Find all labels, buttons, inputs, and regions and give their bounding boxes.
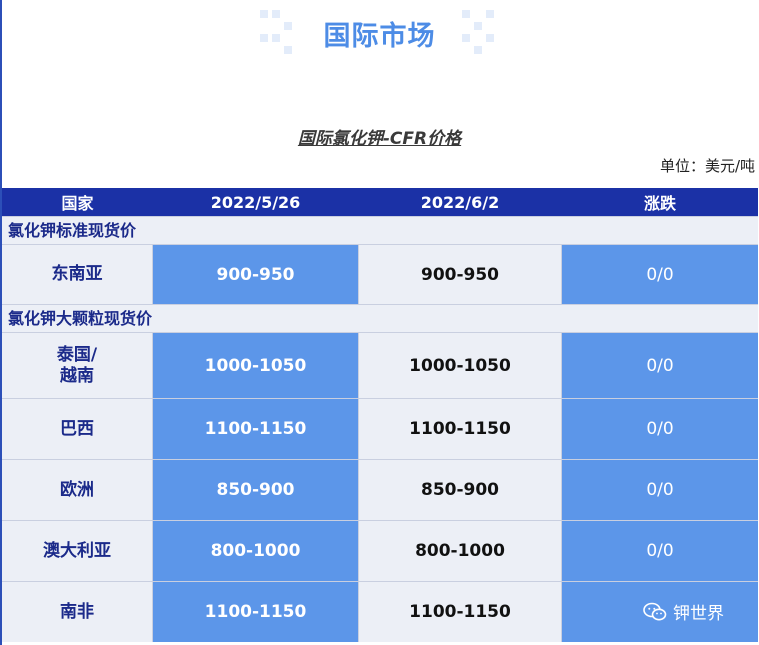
change-cell: 0/0 <box>562 521 758 581</box>
table-row: 东南亚 900-950 900-950 0/0 <box>2 244 758 304</box>
price-cell-0602: 900-950 <box>358 245 562 304</box>
header-country: 国家 <box>61 194 94 213</box>
unit-label: 单位：美元/吨 <box>659 157 755 175</box>
table-title: 国际氯化钾-CFR价格 <box>297 129 462 149</box>
price-cell-0526: 1000-1050 <box>153 333 358 398</box>
table-row: 巴西 1100-1150 1100-1150 0/0 <box>2 398 758 459</box>
country-cell: 南非 <box>2 582 153 642</box>
wechat-icon <box>643 602 667 622</box>
table-row: 欧洲 850-900 850-900 0/0 <box>2 459 758 520</box>
country-cell: 泰国/ 越南 <box>2 333 153 398</box>
table-row: 澳大利亚 800-1000 800-1000 0/0 <box>2 520 758 581</box>
country-cell: 澳大利亚 <box>2 521 153 581</box>
price-cell-0526: 800-1000 <box>153 521 358 581</box>
table-header: 国家 2022/5/26 2022/6/2 涨跌 <box>2 188 758 216</box>
change-cell: 0/0 <box>562 333 758 398</box>
price-cell-0602: 1000-1050 <box>358 333 562 398</box>
price-cell-0526: 850-900 <box>153 460 358 520</box>
price-cell-0602: 1100-1150 <box>358 582 562 642</box>
section-standard: 氯化钾标准现货价 <box>2 216 758 244</box>
change-cell: 0/0 <box>562 245 758 304</box>
price-cell-0526: 900-950 <box>153 245 358 304</box>
watermark-text: 钾世界 <box>673 604 724 624</box>
country-cell: 东南亚 <box>2 245 153 304</box>
change-cell: 0/0 <box>562 460 758 520</box>
price-cell-0602: 800-1000 <box>358 521 562 581</box>
header-date-0602: 2022/6/2 <box>420 192 500 212</box>
watermark: 钾世界 <box>643 599 724 624</box>
country-cell: 巴西 <box>2 399 153 459</box>
banner: 国际市场 <box>0 0 759 70</box>
table-row: 泰国/ 越南 1000-1050 1000-1050 0/0 <box>2 332 758 398</box>
page-title: 国际市场 <box>323 21 436 52</box>
country-cell: 欧洲 <box>2 460 153 520</box>
price-cell-0526: 1100-1150 <box>153 399 358 459</box>
price-cell-0526: 1100-1150 <box>153 582 358 642</box>
price-cell-0602: 1100-1150 <box>358 399 562 459</box>
section-granular: 氯化钾大颗粒现货价 <box>2 304 758 332</box>
change-cell: 0/0 <box>562 399 758 459</box>
price-cell-0602: 850-900 <box>358 460 562 520</box>
price-table: 国家 2022/5/26 2022/6/2 涨跌 氯化钾标准现货价 东南亚 90… <box>2 188 758 642</box>
header-change: 涨跌 <box>643 194 676 213</box>
header-date-0526: 2022/5/26 <box>210 192 301 212</box>
